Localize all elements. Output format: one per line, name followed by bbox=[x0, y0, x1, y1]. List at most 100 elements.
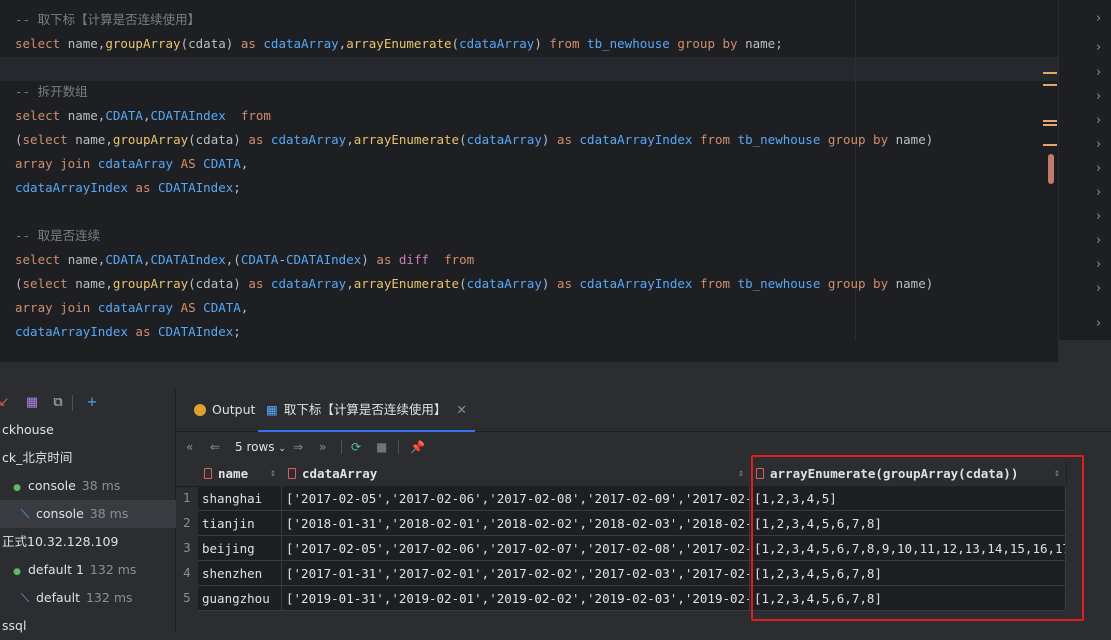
code-line[interactable]: select name,groupArray(cdata) as cdataAr… bbox=[15, 32, 783, 56]
code-token: cdataArrayIndex bbox=[579, 276, 700, 291]
table-row[interactable]: 1 shanghai ['2017-02-05','2017-02-06','201… bbox=[176, 486, 1066, 511]
table-row[interactable]: 5 guangzhou ['2019-01-31','2019-02-01','20… bbox=[176, 586, 1066, 611]
table-cell[interactable]: [1,2,3,4,5] bbox=[750, 486, 1066, 511]
code-token: ( bbox=[459, 132, 467, 147]
code-line[interactable]: array join cdataArray AS CDATA, bbox=[15, 152, 248, 176]
panel-divider[interactable] bbox=[0, 362, 1111, 389]
table-row[interactable]: 3 beijing ['2017-02-05','2017-02-06','2017… bbox=[176, 536, 1066, 561]
sort-icon[interactable]: ⇕ bbox=[270, 462, 276, 486]
table-cell[interactable]: [1,2,3,4,5,6,7,8] bbox=[750, 511, 1066, 536]
code-token: cdataArray bbox=[97, 300, 181, 315]
new-window-icon[interactable]: ⧉ bbox=[50, 395, 66, 411]
table-cell[interactable]: [1,2,3,4,5,6,7,8] bbox=[750, 561, 1066, 586]
code-line[interactable]: (select name,groupArray(cdata) as cdataA… bbox=[15, 128, 933, 152]
console-icon: ⟍ bbox=[20, 590, 30, 605]
chevron-right-icon[interactable]: › bbox=[1096, 11, 1106, 27]
first-page-icon[interactable]: « bbox=[186, 439, 193, 455]
table-cell[interactable]: beijing bbox=[198, 536, 282, 561]
rows-count-label: 5 rows bbox=[235, 440, 275, 454]
code-token: , bbox=[142, 252, 151, 267]
code-token: CDATAIndex bbox=[158, 324, 234, 339]
table-cell[interactable]: [1,2,3,4,5,6,7,8] bbox=[750, 586, 1066, 611]
column-icon bbox=[756, 468, 764, 479]
tree-item[interactable]: ● console 38 ms bbox=[0, 472, 185, 500]
chevron-right-icon[interactable]: › bbox=[1096, 316, 1106, 332]
pin-icon[interactable]: 📌 bbox=[410, 439, 425, 455]
chevron-right-icon[interactable]: › bbox=[1096, 281, 1106, 297]
right-margin-guide bbox=[855, 0, 856, 362]
code-token: AS bbox=[180, 300, 204, 315]
table-cell[interactable]: ['2019-01-31','2019-02-01','2019-02-02',… bbox=[282, 586, 750, 611]
chevron-right-icon[interactable]: › bbox=[1096, 113, 1106, 129]
column-header-cdataarray[interactable]: cdataArray ⇕ bbox=[282, 462, 751, 487]
code-token: CDATAIndex bbox=[150, 252, 226, 267]
chevron-right-icon[interactable]: › bbox=[1096, 137, 1106, 153]
code-token: CDATA bbox=[105, 108, 143, 123]
sort-icon[interactable]: ⇕ bbox=[1054, 462, 1060, 486]
code-token: ) bbox=[541, 276, 557, 291]
layout-icon[interactable]: ▦ bbox=[24, 395, 40, 411]
tab-output[interactable]: Output bbox=[188, 389, 261, 431]
tree-item[interactable]: ssql bbox=[0, 612, 177, 640]
plug-icon: ● bbox=[13, 567, 21, 577]
sql-editor[interactable]: -- 取下标【计算是否连续使用】 select name,groupArray(c… bbox=[0, 0, 1058, 362]
table-row[interactable]: 4 shenzhen ['2017-01-31','2017-02-01','201… bbox=[176, 561, 1066, 586]
tree-item[interactable]: ckhouse bbox=[0, 416, 177, 444]
column-header-name[interactable]: name ⇕ bbox=[198, 462, 283, 487]
code-token: array join bbox=[15, 300, 98, 315]
chevron-right-icon[interactable]: › bbox=[1096, 40, 1106, 56]
column-icon bbox=[204, 468, 212, 479]
next-page-icon[interactable]: ⇒ bbox=[293, 439, 303, 455]
chevron-right-icon[interactable]: › bbox=[1096, 233, 1106, 249]
code-line[interactable]: array join cdataArray AS CDATA, bbox=[15, 296, 248, 320]
code-line[interactable]: select name,CDATA,CDATAIndex from bbox=[15, 104, 271, 128]
stop-icon[interactable]: ■ bbox=[376, 439, 387, 455]
code-token: from bbox=[699, 132, 738, 147]
add-icon[interactable]: + bbox=[84, 395, 100, 411]
chevron-right-icon[interactable]: › bbox=[1096, 185, 1106, 201]
code-line[interactable]: -- 取下标【计算是否连续使用】 bbox=[15, 8, 200, 32]
column-header-arrayenumerate[interactable]: arrayEnumerate(groupArray(cdata)) ⇕ bbox=[750, 462, 1067, 487]
sort-icon[interactable]: ⇕ bbox=[738, 462, 744, 486]
code-token: , bbox=[346, 132, 354, 147]
chevron-right-icon[interactable]: › bbox=[1096, 65, 1106, 81]
table-row[interactable]: 2 tianjin ['2018-01-31','2018-02-01','2018… bbox=[176, 511, 1066, 536]
table-cell[interactable]: [1,2,3,4,5,6,7,8,9,10,11,12,13,14,15,16,… bbox=[750, 536, 1066, 561]
table-cell[interactable]: ['2017-02-05','2017-02-06','2017-02-07',… bbox=[282, 536, 750, 561]
table-cell[interactable]: shanghai bbox=[198, 486, 282, 511]
tab-result[interactable]: ▦ 取下标【计算是否连续使用】 ✕ bbox=[258, 389, 475, 432]
table-cell[interactable]: shenzhen bbox=[198, 561, 282, 586]
close-icon[interactable]: ✕ bbox=[456, 402, 466, 417]
editor-scrollbar-thumb[interactable] bbox=[1048, 154, 1054, 184]
refresh-icon[interactable]: ⟳ bbox=[351, 439, 361, 455]
prev-page-icon[interactable]: ⇐ bbox=[210, 439, 220, 455]
table-cell[interactable]: ['2017-01-31','2017-02-01','2017-02-02',… bbox=[282, 561, 750, 586]
rows-count-dropdown[interactable]: 5 rows ⌄ bbox=[235, 439, 286, 455]
code-line[interactable]: -- 取是否连续 bbox=[15, 224, 100, 248]
code-token: ) bbox=[361, 252, 377, 267]
code-token: select bbox=[15, 108, 68, 123]
tab-label: Output bbox=[212, 402, 256, 417]
code-line[interactable]: select name,CDATA,CDATAIndex,(CDATA-CDAT… bbox=[15, 248, 474, 272]
chevron-right-icon[interactable]: › bbox=[1096, 161, 1106, 177]
code-line[interactable]: (select name,groupArray(cdata) as cdataA… bbox=[15, 272, 933, 296]
tree-item[interactable]: 正式10.32.128.109 bbox=[0, 528, 177, 556]
table-cell[interactable]: tianjin bbox=[198, 511, 282, 536]
chevron-right-icon[interactable]: › bbox=[1096, 209, 1106, 225]
tree-item[interactable]: ⟍ default 132 ms bbox=[0, 584, 193, 612]
result-grid[interactable]: name ⇕ cdataArray ⇕ arrayEnumerate(groupAr… bbox=[176, 462, 1067, 612]
code-line[interactable]: cdataArrayIndex as CDATAIndex; bbox=[15, 176, 241, 200]
chevron-right-icon[interactable]: › bbox=[1096, 257, 1106, 273]
tree-item[interactable]: ● default 1 132 ms bbox=[0, 556, 185, 584]
chevron-right-icon[interactable]: › bbox=[1096, 89, 1106, 105]
table-cell[interactable]: guangzhou bbox=[198, 586, 282, 611]
table-cell[interactable]: ['2018-01-31','2018-02-01','2018-02-02',… bbox=[282, 511, 750, 536]
table-cell[interactable]: ['2017-02-05','2017-02-06','2017-02-08',… bbox=[282, 486, 750, 511]
collapse-icon[interactable]: ↙ bbox=[0, 395, 12, 411]
code-line[interactable]: -- 拆开数组 bbox=[15, 80, 88, 104]
tree-item[interactable]: ⟍ console 38 ms bbox=[0, 500, 193, 528]
code-token: name, bbox=[67, 36, 106, 51]
code-token: cdataArrayIndex bbox=[15, 180, 136, 195]
tree-item[interactable]: ck_北京时间 bbox=[0, 444, 177, 472]
last-page-icon[interactable]: » bbox=[319, 439, 326, 455]
